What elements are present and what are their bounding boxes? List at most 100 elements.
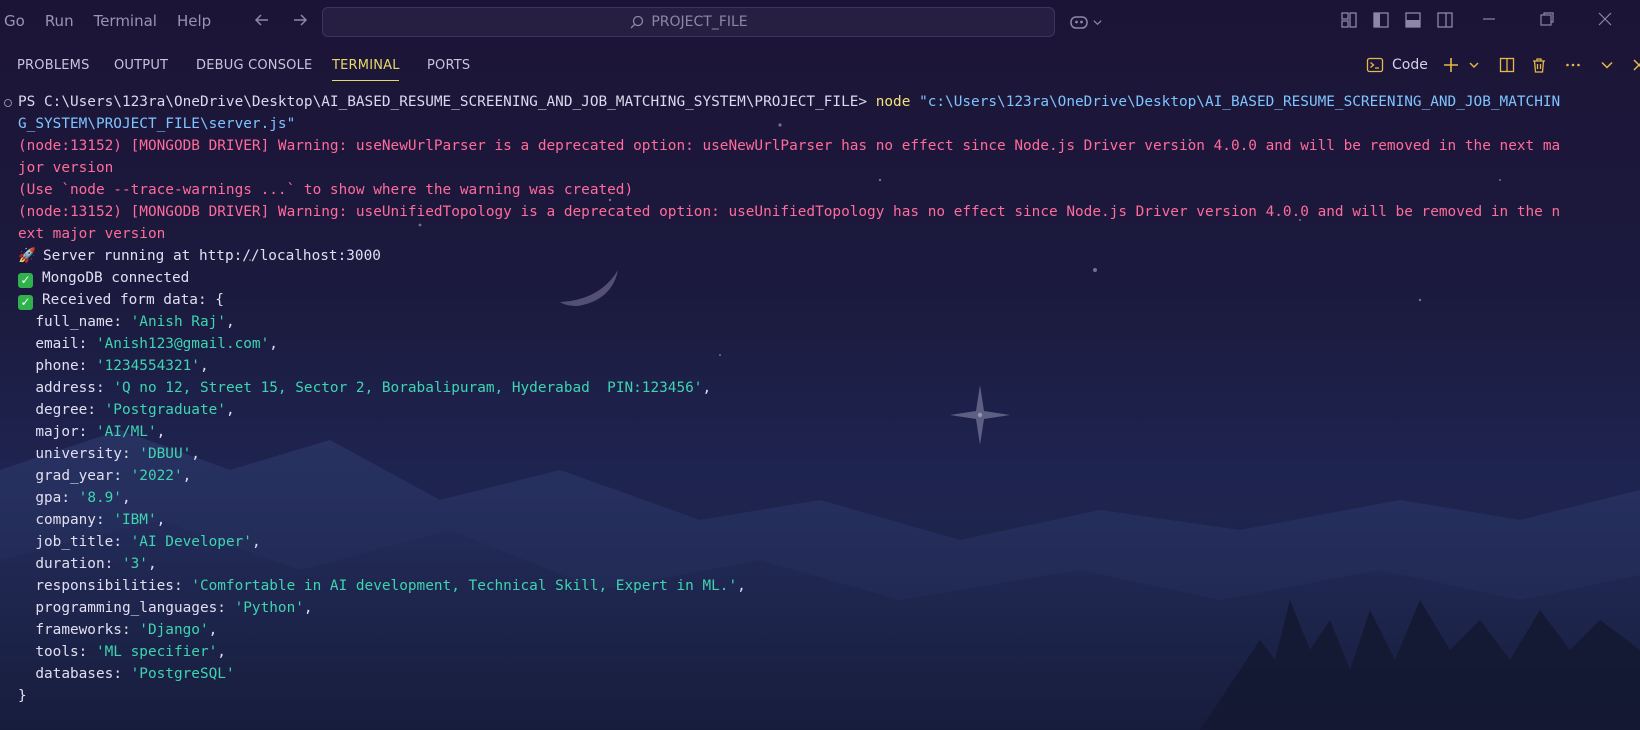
form-field-line: email: 'Anish123@gmail.com', [35,336,278,352]
toggle-panel-icon[interactable] [1404,11,1422,29]
form-field-value: '3' [121,556,148,572]
form-field-line: programming_languages: 'Python', [35,600,313,616]
terminal-icon[interactable] [1366,56,1384,74]
minimize-icon[interactable] [1480,10,1498,28]
form-field-key: frameworks [35,622,122,638]
server-running-text: Server running at http://localhost:3000 [43,248,381,264]
warning-line-continued: ext major version [18,226,166,242]
split-icon[interactable] [1498,56,1516,74]
command-argument-continued: G_SYSTEM\PROJECT_FILE\server.js" [18,116,296,132]
close-icon[interactable] [1596,10,1614,28]
form-field-value: 'Python' [234,600,304,616]
trace-hint-line: (Use `node --trace-warnings ...` to show… [18,182,634,198]
restore-icon[interactable] [1538,10,1556,28]
received-data-text: Received form data: { [42,292,224,308]
forward-arrow-icon[interactable] [290,10,310,30]
form-field-key: company [35,512,96,528]
form-field-line: job_title: 'AI Developer', [35,534,261,550]
form-field-comma: , [156,424,166,440]
warning-line-continued: jor version [18,160,114,176]
rocket-icon: 🚀 [18,248,36,264]
mongo-connected-text: MongoDB connected [42,270,190,286]
command-argument: "c:\Users\123ra\OneDrive\Desktop\AI_BASE… [919,94,1561,110]
layout-controls [1340,11,1454,29]
terminal-line-command: PS C:\Users\123ra\OneDrive\Desktop\AI_BA… [18,91,1560,113]
tab-debug-console[interactable]: DEBUG CONSOLE [196,58,312,73]
form-field-comma: , [156,512,166,528]
form-field-key: tools [35,644,79,660]
mongo-connected-line: ✓ MongoDB connected [18,267,189,289]
form-field-key: address [35,380,96,396]
form-field-line: responsibilities: 'Comfortable in AI dev… [35,578,746,594]
toggle-primary-sidebar-icon[interactable] [1372,11,1390,29]
form-field-line: duration: '3', [35,556,157,572]
maximize-panel-icon[interactable] [1598,56,1616,74]
form-field-comma: , [182,468,192,484]
more-actions-icon[interactable] [1564,56,1582,74]
form-field-line: address: 'Q no 12, Street 15, Sector 2, … [35,380,712,396]
form-field-value: 'PostgreSQL' [130,666,235,682]
form-field-value: 'Comfortable in AI development, Technica… [191,578,738,594]
tab-problems[interactable]: PROBLEMS [17,58,90,73]
warning-line: (node:13152) [MONGODB DRIVER] Warning: u… [18,138,1561,154]
form-field-value: '1234554321' [95,358,200,374]
form-field-value: 'IBM' [113,512,157,528]
form-field-line: frameworks: 'Django', [35,622,218,638]
menu-go[interactable]: Go [4,12,25,30]
chevron-down-icon [1093,19,1102,25]
copilot-icon [1070,16,1088,29]
form-field-line: tools: 'ML specifier', [35,644,226,660]
form-field-value: 'Django' [139,622,209,638]
menu-run[interactable]: Run [45,12,74,30]
tab-ports[interactable]: PORTS [427,58,470,73]
terminal-profile-label[interactable]: Code [1392,57,1428,73]
form-field-key: email [35,336,79,352]
close-panel-icon[interactable] [1630,56,1640,74]
form-field-comma: , [303,600,313,616]
form-field-key: programming_languages [35,600,218,616]
form-field-key: full_name [35,314,114,330]
tab-output[interactable]: OUTPUT [114,58,168,73]
customize-layout-icon[interactable] [1340,11,1358,29]
form-field-line: company: 'IBM', [35,512,166,528]
form-field-key: job_title [35,534,114,550]
form-field-key: grad_year [35,468,114,484]
form-field-key: degree [35,402,88,418]
form-field-line: major: 'AI/ML', [35,424,166,440]
form-field-comma: , [225,402,235,418]
trash-icon[interactable] [1530,56,1548,74]
menu-help[interactable]: Help [177,12,211,30]
form-field-comma: , [208,622,218,638]
received-data-line: ✓ Received form data: { [18,289,224,311]
form-field-line: full_name: 'Anish Raj', [35,314,235,330]
plus-icon[interactable] [1442,56,1460,74]
terminal-output[interactable]: PS C:\Users\123ra\OneDrive\Desktop\AI_BA… [0,91,1640,721]
warning-line: (node:13152) [MONGODB DRIVER] Warning: u… [18,204,1561,220]
toggle-secondary-sidebar-icon[interactable] [1436,11,1454,29]
form-field-value: 'ML specifier' [95,644,218,660]
prompt-prefix: PS C:\Users\123ra\OneDrive\Desktop\AI_BA… [18,94,868,110]
form-field-comma: , [269,336,278,352]
form-field-comma: , [225,314,235,330]
form-field-value: '2022' [130,468,183,484]
form-field-key: university [35,446,122,462]
chevron-down-icon[interactable] [1468,59,1480,71]
command-name: node [875,94,911,110]
form-field-value: 'Anish Raj' [130,314,226,330]
tab-terminal[interactable]: TERMINAL [332,58,400,73]
back-arrow-icon[interactable] [252,10,272,30]
form-field-comma: , [737,578,746,594]
form-field-key: duration [35,556,105,572]
form-field-value: 'Postgraduate' [104,402,226,418]
form-field-line: databases: 'PostgreSQL' [35,666,235,682]
form-field-line: university: 'DBUU', [35,446,200,462]
copilot-menu[interactable] [1068,11,1103,33]
form-field-line: phone: '1234554321', [35,358,209,374]
command-decoration-icon[interactable] [4,99,12,107]
menu-terminal[interactable]: Terminal [94,12,157,30]
window-controls [1480,10,1614,28]
closing-brace: } [18,688,27,704]
form-field-value: '8.9' [78,490,122,506]
command-center-search[interactable]: PROJECT_FILE [322,7,1055,37]
panel-actions: Code [1366,56,1640,74]
